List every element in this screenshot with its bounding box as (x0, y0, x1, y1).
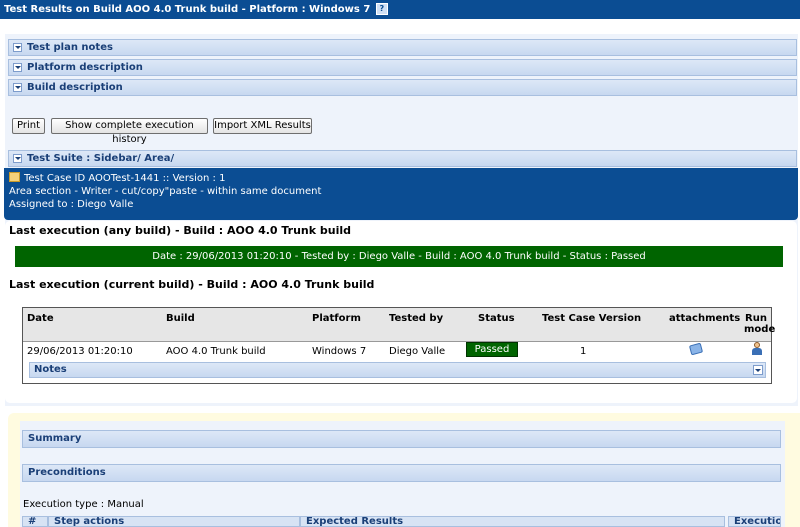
execution-type: Execution type : Manual (23, 499, 144, 510)
platform-description-label: Platform description (27, 62, 143, 73)
col-tc-version: Test Case Version (542, 313, 642, 324)
notes-label: Notes (34, 364, 67, 375)
test-case-id-line: Test Case ID AOOTest-1441 :: Version : 1 (9, 172, 798, 185)
steps-col-execution: Execution (728, 516, 781, 527)
platform-description-toggle[interactable]: Platform description (8, 59, 797, 76)
col-platform: Platform (312, 313, 361, 324)
notes-toggle[interactable]: Notes (29, 362, 766, 378)
steps-col-expected: Expected Results (300, 516, 725, 527)
attachment-icon[interactable] (688, 342, 704, 356)
cell-date: 29/06/2013 01:20:10 (27, 346, 133, 357)
help-icon[interactable]: ? (375, 3, 388, 15)
chevron-down-icon (13, 83, 22, 92)
test-suite-toggle[interactable]: Test Suite : Sidebar/ Area/ (8, 150, 797, 167)
cell-build: AOO 4.0 Trunk build (166, 346, 266, 357)
test-plan-notes-toggle[interactable]: Test plan notes (8, 39, 797, 56)
last-execution-any-heading: Last execution (any build) - Build : AOO… (9, 224, 352, 237)
window-title-bar: Test Results on Build AOO 4.0 Trunk buil… (0, 0, 800, 19)
build-description-label: Build description (27, 82, 123, 93)
col-run-mode-line2: mode (744, 324, 776, 335)
test-case-header: Test Case ID AOOTest-1441 :: Version : 1… (4, 168, 798, 220)
summary-section[interactable]: Summary (22, 430, 781, 448)
test-case-id: Test Case ID AOOTest-1441 :: Version : 1 (24, 173, 226, 184)
user-run-mode-icon (751, 342, 763, 355)
last-execution-summary: Date : 29/06/2013 01:20:10 - Tested by :… (15, 246, 783, 267)
col-attachments: attachments (669, 313, 741, 324)
preconditions-section[interactable]: Preconditions (22, 464, 781, 482)
window-title: Test Results on Build AOO 4.0 Trunk buil… (4, 4, 371, 15)
chevron-down-icon[interactable] (753, 365, 763, 375)
cell-tested-by: Diego Valle (389, 346, 446, 357)
import-xml-button[interactable]: Import XML Results (213, 118, 312, 134)
steps-col-actions: Step actions (48, 516, 300, 527)
chevron-down-icon (13, 43, 22, 52)
test-case-title: Area section - Writer - cut/copy"paste -… (9, 186, 322, 197)
table-header-row: Date Build Platform Tested by Status Tes… (23, 308, 775, 342)
execution-table: Date Build Platform Tested by Status Tes… (22, 307, 775, 384)
test-plan-notes-label: Test plan notes (27, 42, 113, 53)
test-case-assignee: Assigned to : Diego Valle (9, 199, 134, 210)
cell-tc-version: 1 (580, 346, 587, 357)
print-button[interactable]: Print (12, 118, 45, 134)
steps-col-number: # (22, 516, 48, 527)
status-badge: Passed (466, 342, 518, 357)
col-status: Status (478, 313, 515, 324)
user-body (752, 348, 762, 355)
col-build: Build (166, 313, 195, 324)
col-run-mode: Run mode (744, 313, 776, 335)
chevron-down-icon (13, 63, 22, 72)
col-date: Date (27, 313, 54, 324)
last-execution-current-heading: Last execution (current build) - Build :… (9, 278, 375, 291)
col-run-mode-line1: Run (745, 313, 767, 324)
test-suite-label: Test Suite : Sidebar/ Area/ (27, 153, 175, 164)
col-tested-by: Tested by (389, 313, 444, 324)
build-description-toggle[interactable]: Build description (8, 79, 797, 96)
show-history-button[interactable]: Show complete execution history (51, 118, 208, 145)
cell-platform: Windows 7 (312, 346, 367, 357)
note-icon (9, 172, 20, 182)
chevron-down-icon (13, 154, 22, 163)
